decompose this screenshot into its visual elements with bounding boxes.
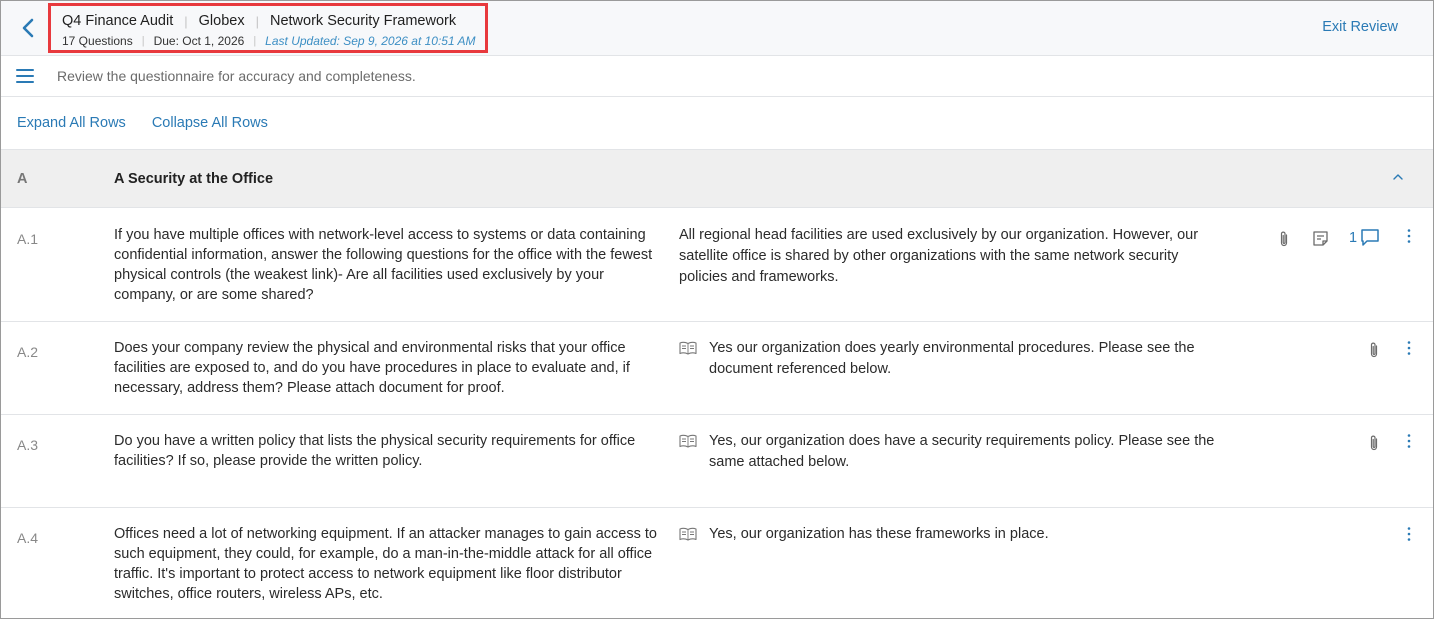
instruction-bar: Review the questionnaire for accuracy an… [1,56,1433,97]
row-menu-button[interactable] [1406,228,1412,244]
chevron-up-icon[interactable] [1391,170,1405,184]
question-text: Does your company review the physical an… [114,340,630,396]
answer: Yes our organization does yearly environ… [679,338,1224,380]
question-id: A.3 [17,437,39,453]
question-row: A.2 Does your company review the physica… [1,322,1433,415]
answer-text: All regional head facilities are used ex… [679,227,1199,285]
comment-icon [1361,229,1379,246]
kebab-menu-icon [1407,434,1411,448]
question-text: If you have multiple offices with networ… [114,227,653,303]
title-line: Q4 Finance Audit | Globex | Network Secu… [62,11,485,31]
title-separator: | [255,13,259,29]
last-updated: Last Updated: Sep 9, 2026 at 10:51 AM [265,34,476,48]
attachment-button[interactable] [1277,230,1291,248]
paperclip-icon [1370,342,1378,358]
review-page: Q4 Finance Audit | Globex | Network Secu… [0,0,1434,619]
question-text: Offices need a lot of networking equipme… [114,526,657,602]
book-icon [679,527,697,541]
answer: Yes, our organization has these framewor… [679,524,1224,545]
comment-count: 1 [1349,229,1358,246]
questionnaire-title: Q4 Finance Audit [62,13,174,29]
expand-all-button[interactable]: Expand All Rows [17,115,126,131]
question-id: A.4 [17,530,39,546]
attachment-button[interactable] [1367,341,1381,359]
question-row: A.4 Offices need a lot of networking equ… [1,508,1433,618]
framework-name: Network Security Framework [269,13,457,29]
note-icon [1313,231,1328,246]
row-menu-button[interactable] [1406,340,1412,356]
answer: Yes, our organization does have a securi… [679,431,1224,473]
company-name: Globex [198,13,245,29]
due-date: Due: Oct 1, 2026 [153,34,245,48]
question-id: A.1 [17,231,39,247]
row-menu-button[interactable] [1406,433,1412,449]
section-id: A [17,171,28,187]
section-title: A Security at the Office [114,171,274,187]
answer-text: Yes our organization does yearly environ… [709,340,1195,377]
row-actions: Expand All Rows Collapse All Rows [1,97,1433,149]
meta-line: 17 Questions | Due: Oct 1, 2026 | Last U… [62,34,485,48]
kebab-menu-icon [1407,341,1411,355]
instruction-text: Review the questionnaire for accuracy an… [57,68,416,84]
header-bar: Q4 Finance Audit | Globex | Network Secu… [1,1,1433,56]
meta-separator: | [141,35,145,47]
answer-text: Yes, our organization does have a securi… [709,433,1215,470]
question-row: A.3 Do you have a written policy that li… [1,415,1433,508]
kebab-menu-icon [1407,229,1411,243]
question-id: A.2 [17,344,39,360]
collapse-all-button[interactable]: Collapse All Rows [152,115,268,131]
question-text: Do you have a written policy that lists … [114,433,636,469]
chevron-left-icon [22,18,34,38]
attachment-button[interactable] [1367,434,1381,452]
meta-separator: | [253,35,257,47]
book-icon [679,341,697,355]
row-menu-button[interactable] [1406,526,1412,542]
kebab-menu-icon [1407,527,1411,541]
back-button[interactable] [15,15,41,41]
title-separator: | [184,13,188,29]
note-button[interactable] [1312,230,1329,247]
exit-review-button[interactable]: Exit Review [1322,19,1398,35]
question-row: A.1 If you have multiple offices with ne… [1,208,1433,322]
paperclip-icon [1280,231,1288,247]
section-header[interactable]: A A Security at the Office [1,149,1433,208]
answer-text: Yes, our organization has these framewor… [709,526,1049,542]
questionnaire-title-box: Q4 Finance Audit | Globex | Network Secu… [48,3,488,53]
question-count: 17 Questions [62,34,133,48]
book-icon [679,434,697,448]
comments-button[interactable]: 1 [1349,228,1380,247]
hamburger-menu-icon[interactable] [16,69,34,83]
paperclip-icon [1370,435,1378,451]
